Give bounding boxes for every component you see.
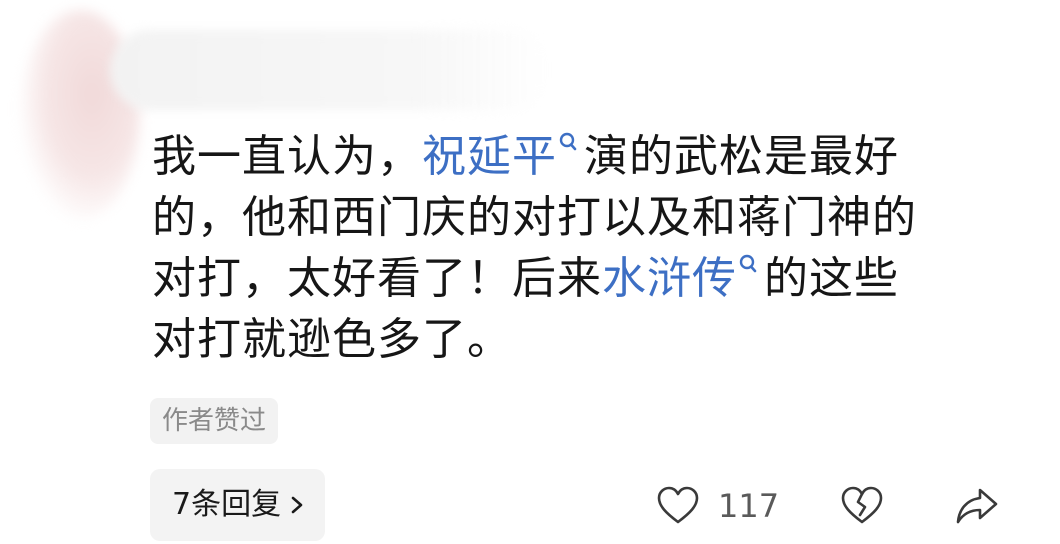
search-icon: [739, 254, 757, 273]
keyword-link-zhuyanping[interactable]: 祝延平: [422, 131, 584, 182]
replies-label: 7条回复: [172, 487, 282, 522]
keyword-link-shuihuzhuan[interactable]: 水浒传: [602, 253, 764, 304]
comment-text: 我一直认为，祝延平 演的武松是最好 的，他和西门庆的对打以及和蒋门神的 对打，太好…: [152, 126, 982, 370]
heart-icon[interactable]: [656, 484, 700, 528]
comment-text-segment: 演的武松是最好: [584, 131, 899, 182]
comment-text-segment: 我一直认为，: [152, 131, 422, 182]
keyword-link-label: 祝延平: [422, 131, 557, 182]
keyword-link-label: 水浒传: [602, 253, 737, 304]
comment-text-segment: 的，他和西门庆的对打以及和蒋门神的: [152, 192, 917, 243]
comment-line: 对打，太好看了！后来水浒传 的这些: [152, 248, 982, 309]
view-replies-button[interactable]: 7条回复: [150, 469, 326, 541]
broken-heart-icon[interactable]: [840, 484, 884, 528]
chevron-right-icon: [291, 496, 303, 514]
username[interactable]: [110, 30, 550, 110]
author-liked-badge: 作者赞过: [150, 398, 279, 444]
share-icon[interactable]: [955, 484, 999, 528]
comment-line: 的，他和西门庆的对打以及和蒋门神的: [152, 187, 982, 248]
comment-line: 我一直认为，祝延平 演的武松是最好: [152, 126, 982, 187]
comment-text-segment: 的这些: [764, 253, 899, 304]
comment-text-segment: 对打就逊色多了。: [152, 314, 512, 365]
comment-line: 对打就逊色多了。: [152, 309, 982, 370]
like-count: 117: [718, 487, 780, 525]
search-icon: [559, 132, 577, 151]
comment-text-segment: 对打，太好看了！后来: [152, 253, 602, 304]
